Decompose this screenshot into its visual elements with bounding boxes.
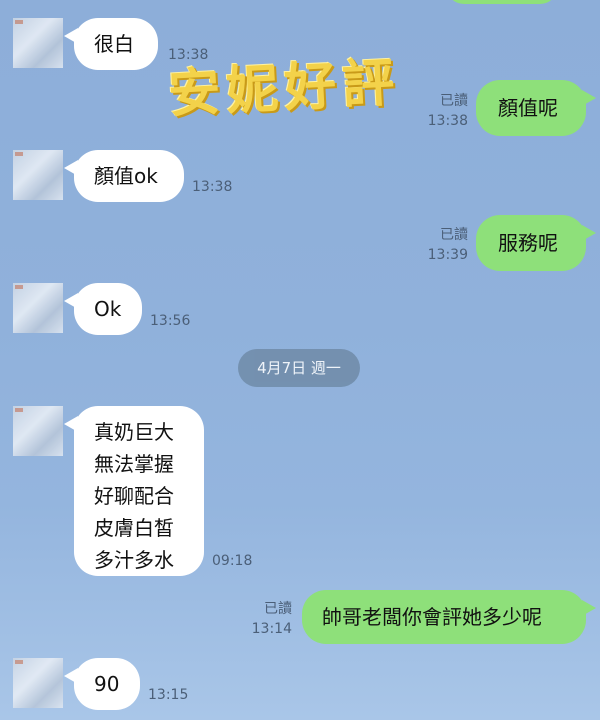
avatar[interactable]: [13, 18, 63, 68]
message-bubble-outgoing[interactable]: 顏值呢: [476, 80, 596, 136]
message-bubble-incoming[interactable]: Ok: [64, 283, 142, 335]
date-separator: 4月7日 週一: [238, 349, 360, 387]
message-text: Ok: [94, 297, 122, 321]
message-time: 13:56: [150, 313, 191, 329]
avatar[interactable]: [13, 150, 63, 200]
read-receipt: 已讀: [440, 227, 468, 243]
read-receipt: 已讀: [264, 601, 292, 617]
avatar[interactable]: [13, 658, 63, 708]
message-bubble-incoming[interactable]: 很白: [64, 18, 158, 70]
message-text: 顏值ok: [94, 164, 158, 188]
avatar[interactable]: [13, 283, 63, 333]
message-text: 真奶巨大 無法掌握 好聊配合 皮膚白皙 多汁多水: [94, 420, 174, 572]
message-text: 帥哥老闆你會評她多少呢: [322, 605, 542, 629]
message-bubble-incoming[interactable]: 90: [64, 658, 140, 710]
message-text: 90: [94, 672, 120, 696]
avatar[interactable]: [13, 406, 63, 456]
message-time: 13:38: [192, 179, 233, 195]
message-time: 13:15: [148, 687, 189, 703]
message-text: 服務呢: [498, 231, 558, 255]
read-receipt: 已讀: [440, 93, 468, 109]
message-bubble-incoming[interactable]: 顏值ok: [64, 150, 184, 202]
message-bubble-outgoing[interactable]: 服務呢: [476, 215, 596, 271]
message-time: 09:18: [212, 553, 253, 569]
previous-message-bubble[interactable]: [446, 0, 558, 4]
watermark-logo: 安妮好評: [166, 51, 402, 126]
message-time: 13:38: [427, 113, 468, 129]
message-text: 很白: [94, 32, 134, 56]
message-bubble-outgoing[interactable]: 帥哥老闆你會評她多少呢: [302, 590, 596, 644]
message-time: 13:39: [427, 247, 468, 263]
message-text: 顏值呢: [498, 96, 558, 120]
message-bubble-incoming[interactable]: 真奶巨大 無法掌握 好聊配合 皮膚白皙 多汁多水: [64, 406, 204, 576]
message-time: 13:14: [251, 621, 292, 637]
chat-view: 很白 13:38 顏值呢 已讀 13:38 顏值ok 13:38 服務呢 已讀 …: [0, 0, 600, 720]
